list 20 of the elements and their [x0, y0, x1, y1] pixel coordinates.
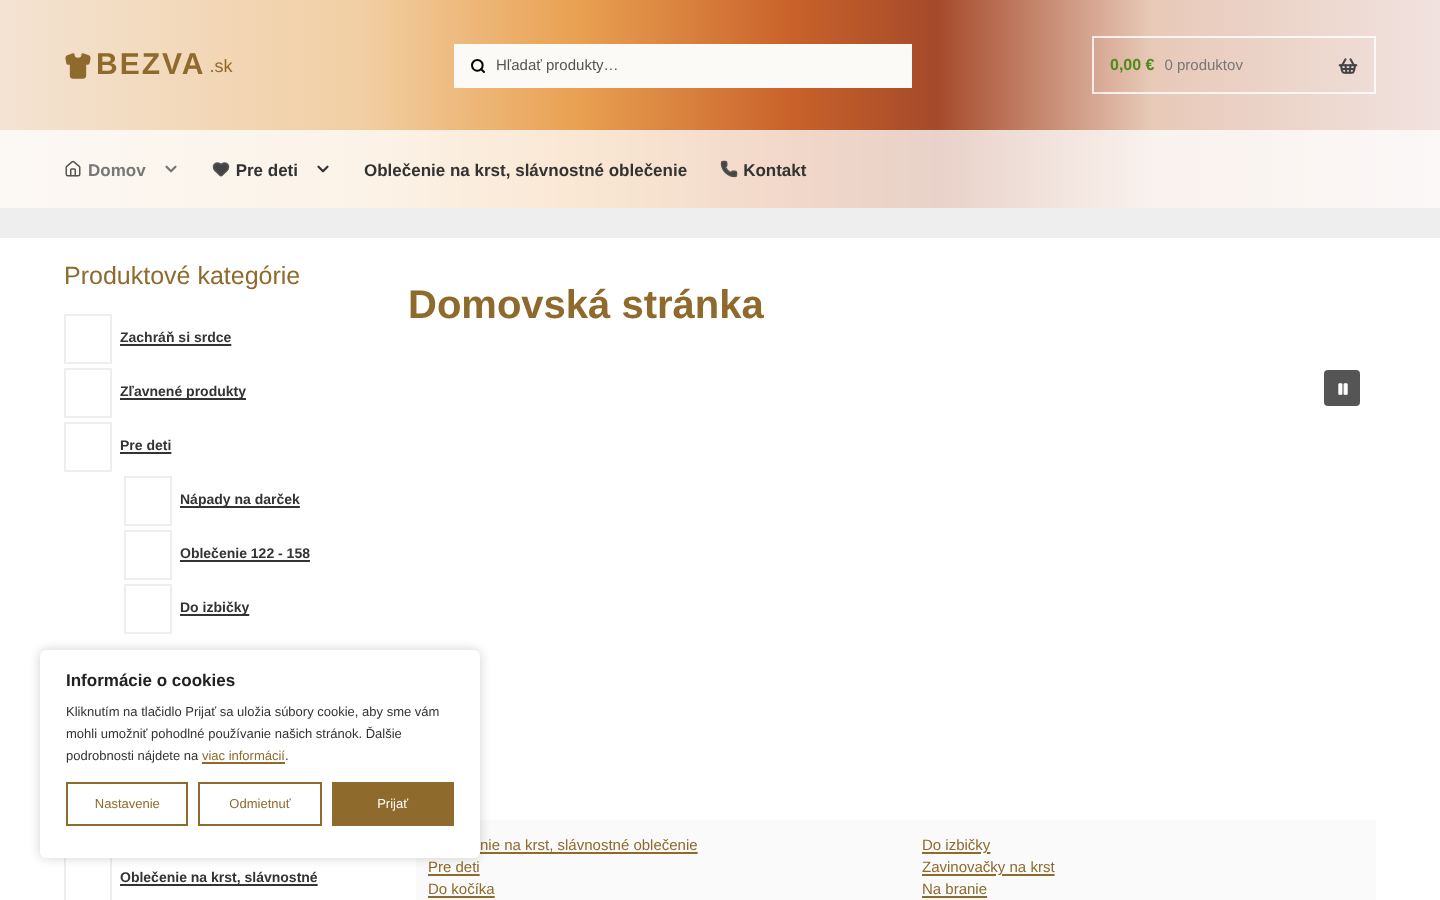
nav-link[interactable]: Domov [64, 159, 180, 179]
pause-icon [1335, 381, 1349, 395]
basket-icon [1338, 55, 1358, 75]
sidebar-title: Produktové kategórie [64, 262, 303, 290]
nav-link[interactable]: Kontakt [719, 159, 807, 179]
nav-link[interactable]: Pre deti [211, 159, 332, 179]
phone-icon [719, 160, 738, 178]
shirt-icon [64, 51, 92, 79]
heart-icon [211, 160, 230, 178]
caret-icon [314, 160, 332, 178]
logo-text[interactable]: BEZVA [96, 48, 206, 82]
pause-button[interactable] [1324, 370, 1360, 406]
nav-link[interactable]: Oblečenie na krst, slávnostné oblečenie [364, 159, 688, 179]
logo-suffix[interactable]: .sk [209, 55, 233, 75]
cart-total: 0,00 € [1110, 56, 1155, 74]
search-icon [470, 57, 486, 73]
cookie-title: Informácie o cookies [66, 670, 238, 690]
home-icon [64, 160, 82, 178]
caret-icon [161, 160, 180, 178]
page-title: Domovská stránka [408, 284, 766, 330]
